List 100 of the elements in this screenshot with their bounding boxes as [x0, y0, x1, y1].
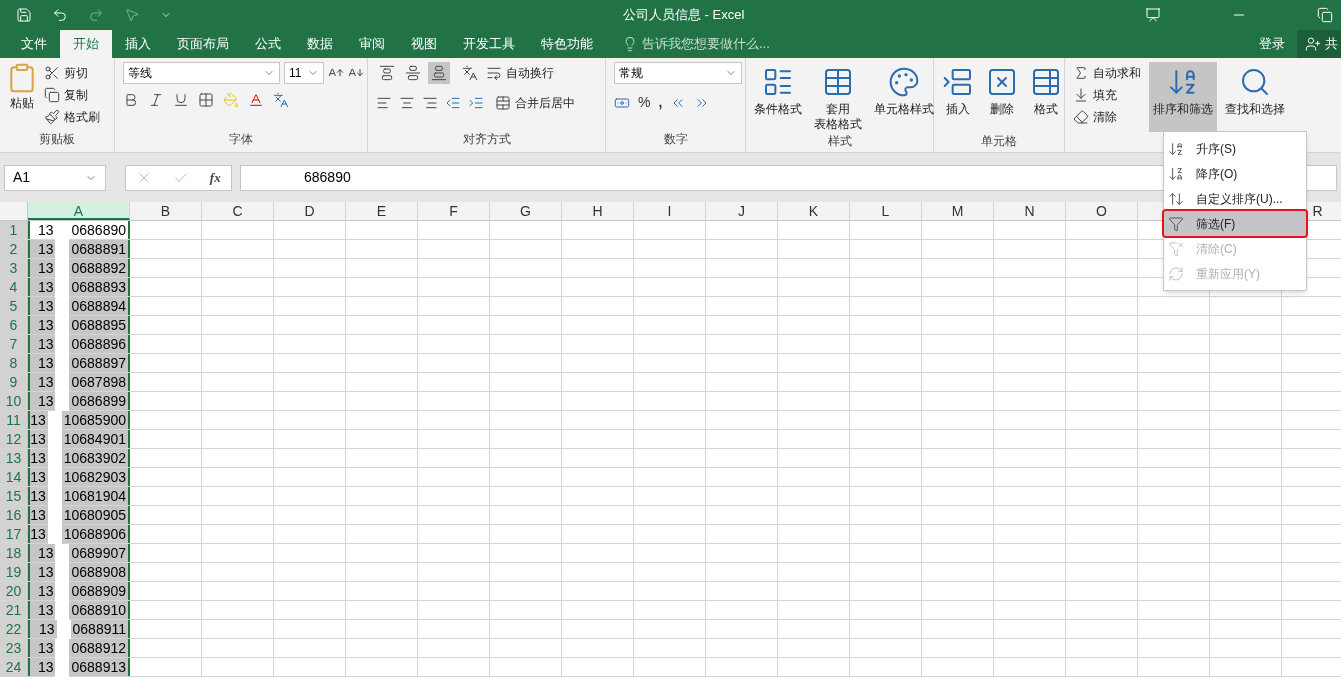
wrap-text-button[interactable]: 自动换行 [482, 62, 558, 84]
copy-icon[interactable] [44, 87, 60, 103]
find-select-button[interactable]: 查找和选择 [1221, 62, 1289, 132]
ribbon-tab[interactable]: 插入 [112, 30, 164, 58]
insert-button[interactable]: 插入 [938, 62, 978, 132]
column-header[interactable]: E [346, 202, 418, 220]
row-header[interactable]: 24 [0, 658, 28, 676]
column-header[interactable]: L [850, 202, 922, 220]
table-icon[interactable] [822, 66, 854, 98]
insert-function-button[interactable]: fx [209, 167, 221, 188]
fill-down-icon[interactable] [1073, 87, 1089, 103]
column-header[interactable]: J [706, 202, 778, 220]
clear-button[interactable]: 清除 [1069, 106, 1145, 128]
column-header[interactable]: I [634, 202, 706, 220]
row-header[interactable]: 9 [0, 373, 28, 391]
column-header[interactable]: A [28, 202, 130, 220]
save-icon[interactable] [16, 7, 32, 23]
row-header[interactable]: 20 [0, 582, 28, 600]
number-format-field[interactable]: 常规 [614, 62, 742, 84]
cut-button[interactable]: 剪切 [40, 62, 104, 84]
align-right-icon[interactable] [422, 95, 438, 111]
row-header[interactable]: 18 [0, 544, 28, 562]
ribbon-tab[interactable]: 开发工具 [450, 30, 528, 58]
share-button[interactable]: 共 [1297, 30, 1341, 58]
format-painter-button[interactable]: 格式刷 [40, 106, 104, 128]
scissors-icon[interactable] [44, 65, 60, 81]
paste-button[interactable]: 粘贴 [4, 62, 40, 112]
sigma-icon[interactable] [1073, 65, 1089, 81]
row-header[interactable]: 21 [0, 601, 28, 619]
ribbon-tab[interactable]: 开始 [60, 30, 112, 58]
eraser-icon[interactable] [1073, 109, 1089, 125]
restore-icon[interactable] [1317, 7, 1333, 23]
copy-button[interactable]: 复制 [40, 84, 104, 106]
column-header[interactable]: H [562, 202, 634, 220]
borders-icon[interactable] [198, 92, 214, 108]
sign-in-link[interactable]: 登录 [1247, 30, 1297, 58]
column-header[interactable]: F [418, 202, 490, 220]
ribbon-tab[interactable]: 审阅 [346, 30, 398, 58]
row-header[interactable]: 17 [0, 525, 28, 543]
row-header[interactable]: 11 [0, 411, 28, 429]
row-header[interactable]: 4 [0, 278, 28, 296]
wrap-text-icon[interactable] [486, 65, 502, 81]
undo-icon[interactable] [52, 7, 68, 23]
percent-button[interactable]: % [638, 92, 651, 113]
column-header[interactable]: D [274, 202, 346, 220]
row-header[interactable]: 19 [0, 563, 28, 581]
italic-icon[interactable] [148, 92, 164, 108]
row-header[interactable]: 1 [0, 221, 28, 239]
align-center-icon[interactable] [399, 95, 415, 111]
ribbon-tab[interactable]: 页面布局 [164, 30, 242, 58]
menu-item[interactable]: 降序(O) [1164, 161, 1306, 186]
bold-icon[interactable] [123, 92, 139, 108]
ribbon-tab[interactable]: 公式 [242, 30, 294, 58]
row-header[interactable]: 14 [0, 468, 28, 486]
sort-filter-button[interactable]: 排序和筛选 [1149, 62, 1217, 132]
column-header[interactable]: C [202, 202, 274, 220]
increase-indent-icon[interactable] [468, 95, 484, 111]
row-header[interactable]: 7 [0, 335, 28, 353]
tell-me-field[interactable]: 告诉我您想要做什么... [622, 30, 770, 58]
format-cells-icon[interactable] [1030, 66, 1062, 98]
row-header[interactable]: 3 [0, 259, 28, 277]
menu-item[interactable]: 升序(S) [1164, 136, 1306, 161]
comma-button[interactable]: , [658, 92, 663, 113]
row-header[interactable]: 13 [0, 449, 28, 467]
ribbon-tab[interactable]: 特色功能 [528, 30, 606, 58]
search-icon[interactable] [1239, 66, 1271, 98]
underline-icon[interactable] [173, 92, 189, 108]
row-header[interactable]: 22 [0, 620, 28, 638]
row-header[interactable]: 16 [0, 506, 28, 524]
format-as-table-button[interactable]: 套用 表格格式 [810, 62, 866, 132]
conditional-format-button[interactable]: 条件格式 [750, 62, 806, 132]
column-header[interactable]: G [490, 202, 562, 220]
row-header[interactable]: 5 [0, 297, 28, 315]
row-header[interactable]: 8 [0, 354, 28, 372]
row-header[interactable]: 10 [0, 392, 28, 410]
row-header[interactable]: 2 [0, 240, 28, 258]
delete-cells-icon[interactable] [986, 66, 1018, 98]
ribbon-tab[interactable]: 数据 [294, 30, 346, 58]
font-name-field[interactable]: 等线 [123, 62, 280, 84]
ribbon-tab[interactable]: 文件 [8, 30, 60, 58]
column-header[interactable]: K [778, 202, 850, 220]
align-left-icon[interactable] [376, 95, 392, 111]
row-header[interactable]: 23 [0, 639, 28, 657]
row-header[interactable]: 6 [0, 316, 28, 334]
ribbon-display-icon[interactable] [1145, 7, 1161, 23]
name-box[interactable]: A1 [4, 164, 106, 191]
vertical-align-button[interactable] [428, 62, 450, 84]
column-header[interactable]: M [922, 202, 994, 220]
column-header[interactable]: B [130, 202, 202, 220]
delete-button[interactable]: 删除 [982, 62, 1022, 132]
fill-button[interactable]: 填充 [1069, 84, 1145, 106]
font-color-icon[interactable] [248, 92, 264, 108]
fill-color-icon[interactable] [223, 92, 239, 108]
merge-icon[interactable] [495, 95, 511, 111]
autosum-button[interactable]: 自动求和 [1069, 62, 1145, 84]
insert-rows-icon[interactable] [942, 66, 974, 98]
column-header[interactable]: N [994, 202, 1066, 220]
merge-center-button[interactable]: 合并后居中 [491, 92, 579, 114]
decrease-indent-icon[interactable] [445, 95, 461, 111]
column-header[interactable]: O [1066, 202, 1138, 220]
